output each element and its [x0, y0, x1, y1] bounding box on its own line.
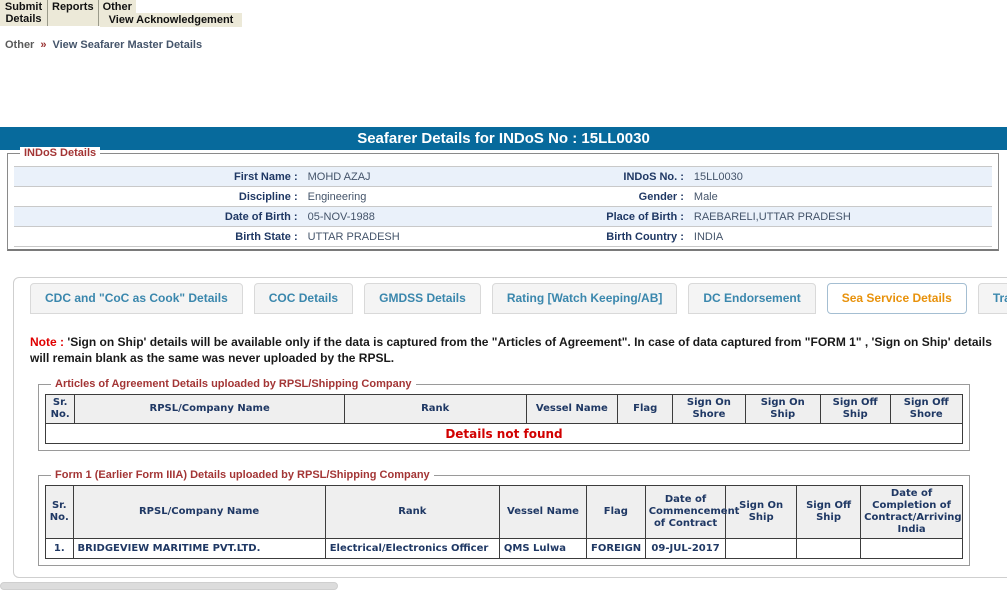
birth-country-label: Birth Country :: [606, 230, 684, 243]
cell-sr-no: 1.: [45, 538, 74, 559]
indos-row-discipline: Discipline : Engineering Gender : Male: [14, 187, 992, 207]
gender-label: Gender :: [638, 190, 684, 203]
table-header-row: Sr. No. RPSL/Company Name Rank Vessel Na…: [45, 485, 963, 539]
note-label: Note :: [30, 335, 64, 349]
col-header-sr-no: Sr. No.: [45, 485, 74, 539]
col-header-sign-on-shore: Sign On Shore: [672, 394, 746, 424]
col-header-rank: Rank: [343, 394, 527, 424]
menu-item-view-acknowledgement[interactable]: View Acknowledgement: [102, 14, 240, 26]
cell-rank: Electrical/Electronics Officer: [324, 538, 500, 559]
place-of-birth-value: RAEBARELI,UTTAR PRADESH: [693, 210, 851, 223]
cell-sign-on-ship: [725, 538, 797, 559]
cell-commencement-date: 09-JUL-2017: [644, 538, 727, 559]
articles-of-agreement-fieldset: Articles of Agreement Details uploaded b…: [38, 378, 970, 451]
cell-company: BRIDGEVIEW MARITIME PVT.LTD.: [72, 538, 326, 559]
sign-on-ship-note: Note : 'Sign on Ship' details will be av…: [30, 334, 998, 366]
first-name-value: MOHD AZAJ: [307, 170, 371, 183]
table-row: 1. BRIDGEVIEW MARITIME PVT.LTD. Electric…: [45, 538, 963, 559]
tab-gmdss-details[interactable]: GMDSS Details: [364, 283, 481, 314]
breadcrumb: Other » View Seafarer Master Details: [5, 39, 202, 51]
other-menu-dropdown: View Acknowledgement: [100, 13, 242, 27]
col-header-rank: Rank: [324, 485, 500, 539]
form1-table: Sr. No. RPSL/Company Name Rank Vessel Na…: [45, 485, 963, 559]
note-text: 'Sign on Ship' details will be available…: [30, 335, 992, 365]
indos-no-value: 15LL0030: [693, 170, 743, 183]
articles-of-agreement-table: Sr. No. RPSL/Company Name Rank Vessel Na…: [44, 394, 964, 444]
first-name-label: First Name :: [234, 170, 298, 183]
date-of-birth-label: Date of Birth :: [224, 210, 298, 223]
horizontal-scrollbar-thumb[interactable]: [0, 582, 338, 590]
menu-item-reports[interactable]: Reports: [48, 0, 98, 26]
form1-fieldset: Form 1 (Earlier Form IIIA) Details uploa…: [38, 469, 970, 566]
empty-row: Details not found: [45, 423, 963, 444]
col-header-commencement-date: Date of Commencement of Contract: [644, 485, 739, 539]
col-header-flag: Flag: [617, 394, 674, 424]
tab-dc-endorsement[interactable]: DC Endorsement: [688, 283, 816, 314]
breadcrumb-root: Other: [5, 39, 35, 51]
col-header-sign-off-shore: Sign Off Shore: [889, 394, 964, 424]
birth-country-value: INDIA: [693, 230, 724, 243]
indos-details-fieldset: INDoS Details First Name : MOHD AZAJ IND…: [7, 147, 999, 251]
indos-row-state: Birth State : UTTAR PRADESH Birth Countr…: [14, 227, 992, 247]
indos-row-birth: Date of Birth : 05-NOV-1988 Place of Bir…: [14, 207, 992, 227]
col-header-completion-date: Date of Completion of Contract/Arriving …: [860, 485, 963, 539]
tab-training-details[interactable]: Training Details: [977, 283, 1007, 314]
breadcrumb-separator: »: [40, 39, 47, 51]
detail-tabs: CDC and "CoC as Cook" Details COC Detail…: [14, 278, 1007, 314]
cell-completion-date: [860, 538, 963, 559]
articles-of-agreement-legend: Articles of Agreement Details uploaded b…: [51, 378, 416, 390]
cell-sign-off-ship: [795, 538, 862, 559]
details-not-found-message: Details not found: [45, 423, 963, 444]
cell-flag: FOREIGN: [586, 538, 646, 559]
col-header-vessel: Vessel Name: [498, 485, 588, 539]
birth-state-value: UTTAR PRADESH: [307, 230, 400, 243]
col-header-sr-no: Sr. No.: [44, 394, 76, 424]
col-header-sign-on-ship: Sign On Ship: [744, 394, 821, 424]
date-of-birth-value: 05-NOV-1988: [307, 210, 375, 223]
cell-vessel: QMS Lulwa: [498, 538, 588, 559]
discipline-value: Engineering: [307, 190, 367, 203]
tab-coc-details[interactable]: COC Details: [253, 283, 354, 314]
col-header-sign-off-ship: Sign Off Ship: [795, 485, 862, 539]
table-header-row: Sr. No. RPSL/Company Name Rank Vessel Na…: [44, 394, 964, 424]
col-header-company: RPSL/Company Name: [74, 394, 345, 424]
page: Submit Details Reports Other View Acknow…: [0, 0, 1007, 590]
gender-value: Male: [693, 190, 718, 203]
indos-details-rows: First Name : MOHD AZAJ INDoS No. : 15LL0…: [14, 166, 992, 247]
indos-details-legend: INDoS Details: [20, 147, 101, 159]
col-header-sign-off-ship: Sign Off Ship: [819, 394, 891, 424]
sea-service-tab-panel: CDC and "CoC as Cook" Details COC Detail…: [13, 277, 1007, 578]
breadcrumb-current-page[interactable]: View Seafarer Master Details: [52, 39, 202, 51]
col-header-flag: Flag: [586, 485, 646, 539]
menu-item-submit-details[interactable]: Submit Details: [0, 0, 47, 26]
indos-row-name: First Name : MOHD AZAJ INDoS No. : 15LL0…: [14, 167, 992, 187]
discipline-label: Discipline :: [238, 190, 298, 203]
col-header-company: RPSL/Company Name: [72, 485, 326, 539]
birth-state-label: Birth State :: [235, 230, 298, 243]
tab-rating-watch-keeping[interactable]: Rating [Watch Keeping/AB]: [491, 283, 678, 314]
page-title: Seafarer Details for INDoS No : 15LL0030: [0, 127, 1007, 150]
form1-legend: Form 1 (Earlier Form IIIA) Details uploa…: [51, 469, 434, 481]
tab-cdc-coc-as-cook[interactable]: CDC and "CoC as Cook" Details: [30, 283, 243, 314]
tab-sea-service-details[interactable]: Sea Service Details: [826, 283, 967, 314]
place-of-birth-label: Place of Birth :: [606, 210, 684, 223]
indos-no-label: INDoS No. :: [623, 170, 684, 183]
col-header-vessel: Vessel Name: [525, 394, 619, 424]
